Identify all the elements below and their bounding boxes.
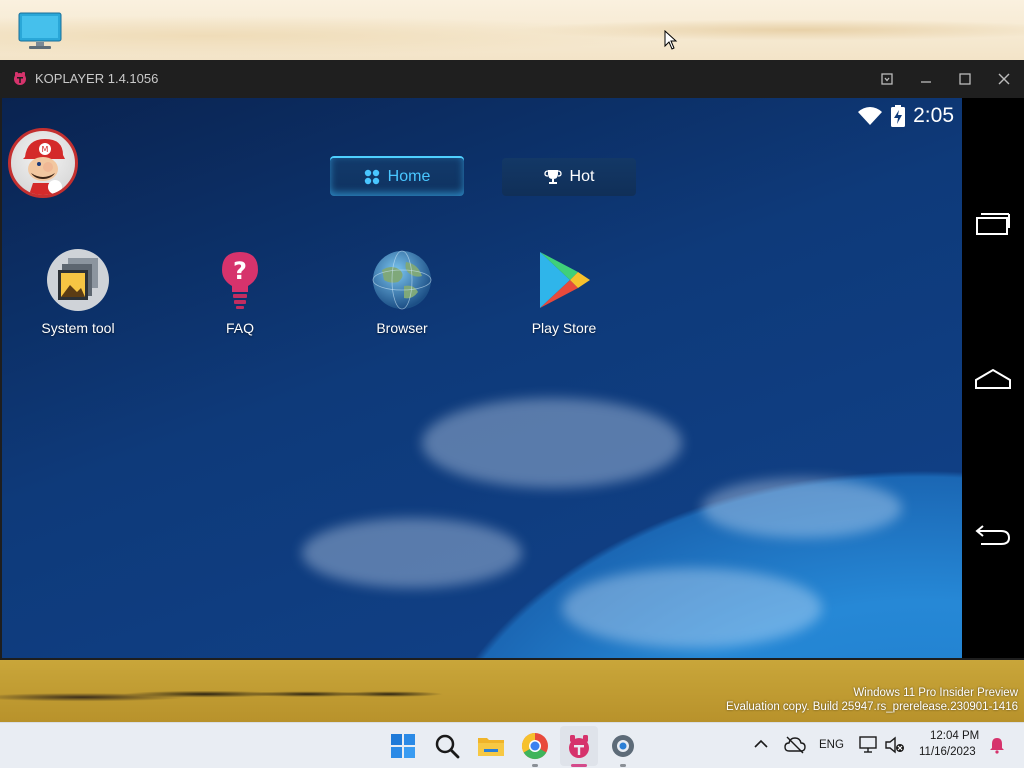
app-system-tool[interactable]: System tool bbox=[18, 248, 138, 336]
chrome-running-dot bbox=[532, 764, 538, 767]
battery-charging-icon bbox=[891, 105, 906, 127]
android-status-bar: 2:05 bbox=[857, 102, 954, 130]
mario-avatar-icon: M bbox=[23, 139, 65, 195]
this-pc-desktop-icon[interactable] bbox=[18, 12, 62, 50]
watermark-line-1: Windows 11 Pro Insider Preview bbox=[853, 687, 1018, 699]
taskbar-time[interactable]: 12:04 PM bbox=[930, 730, 979, 742]
mouse-cursor-icon bbox=[664, 30, 678, 50]
back-icon[interactable] bbox=[973, 518, 1013, 548]
taskbar-date[interactable]: 11/16/2023 bbox=[919, 746, 976, 758]
volume-muted-icon[interactable] bbox=[884, 735, 906, 755]
gallery-icon bbox=[47, 249, 109, 311]
globe-icon bbox=[372, 250, 432, 310]
recents-icon[interactable] bbox=[973, 208, 1013, 238]
trophy-icon bbox=[543, 170, 562, 184]
koplayer-logo-icon bbox=[14, 72, 26, 85]
svg-text:?: ? bbox=[233, 257, 247, 285]
start-icon[interactable] bbox=[388, 731, 418, 761]
earth-cloud bbox=[422, 398, 682, 488]
app-browser-label: Browser bbox=[376, 320, 428, 336]
minimize-icon bbox=[921, 81, 931, 83]
koplayer-active-indicator bbox=[571, 764, 587, 767]
settings-gear-icon[interactable] bbox=[608, 731, 638, 761]
tab-hot[interactable]: Hot bbox=[502, 158, 636, 196]
settings-running-dot bbox=[620, 764, 626, 767]
svg-text:M: M bbox=[42, 145, 49, 154]
search-icon[interactable] bbox=[432, 731, 462, 761]
windows-taskbar: ENG 12:04 PM 11/16/2023 bbox=[0, 722, 1024, 768]
home-icon[interactable] bbox=[973, 364, 1013, 394]
android-clock: 2:05 bbox=[913, 104, 954, 127]
earth-cloud bbox=[302, 518, 522, 588]
question-bulb-icon: ? bbox=[222, 252, 258, 309]
window-dropdown-button[interactable] bbox=[876, 68, 898, 90]
app-play-store-label: Play Store bbox=[531, 320, 597, 336]
file-explorer-icon[interactable] bbox=[476, 731, 506, 761]
cloud-offline-icon[interactable] bbox=[784, 735, 806, 755]
play-store-icon bbox=[540, 252, 590, 308]
tab-hot-label: Hot bbox=[569, 168, 595, 185]
tab-home[interactable]: Home bbox=[330, 158, 464, 196]
earth-cloud bbox=[702, 478, 902, 538]
tab-home-label: Home bbox=[387, 168, 431, 185]
close-button[interactable] bbox=[993, 68, 1015, 90]
koplayer-taskbar-icon[interactable] bbox=[564, 731, 594, 761]
close-icon bbox=[998, 73, 1010, 85]
koplayer-window: KOPLAYER 1.4.1056 2:05 M Home Hot System… bbox=[0, 60, 1024, 660]
grid-icon bbox=[364, 169, 379, 185]
dropdown-box-icon bbox=[881, 73, 893, 85]
user-avatar[interactable]: M bbox=[8, 128, 78, 198]
earth-cloud bbox=[562, 568, 822, 648]
watermark-line-2: Evaluation copy. Build 25947.rs_prerelea… bbox=[726, 701, 1018, 713]
app-browser[interactable]: Browser bbox=[342, 248, 462, 336]
chevron-up-icon[interactable] bbox=[752, 735, 770, 753]
android-screen[interactable]: 2:05 M Home Hot System tool ? FAQ Browse… bbox=[2, 98, 962, 658]
desktop-wallpaper-top bbox=[0, 0, 1024, 60]
maximize-icon bbox=[959, 73, 971, 85]
language-indicator[interactable]: ENG bbox=[819, 739, 844, 751]
network-icon[interactable] bbox=[858, 735, 880, 755]
app-system-tool-label: System tool bbox=[41, 320, 115, 336]
chrome-icon[interactable] bbox=[520, 731, 550, 761]
app-faq[interactable]: ? FAQ bbox=[180, 248, 300, 336]
android-nav-panel bbox=[962, 98, 1024, 658]
wifi-icon bbox=[858, 107, 883, 125]
minimize-button[interactable] bbox=[915, 68, 937, 90]
app-faq-label: FAQ bbox=[225, 320, 254, 336]
window-title: KOPLAYER 1.4.1056 bbox=[35, 71, 159, 86]
notification-bell-icon[interactable] bbox=[988, 736, 1006, 754]
app-play-store[interactable]: Play Store bbox=[504, 248, 624, 336]
windows-watermark: Windows 11 Pro Insider Preview Evaluatio… bbox=[726, 686, 1018, 714]
window-titlebar[interactable]: KOPLAYER 1.4.1056 bbox=[0, 60, 1024, 98]
maximize-button[interactable] bbox=[954, 68, 976, 90]
